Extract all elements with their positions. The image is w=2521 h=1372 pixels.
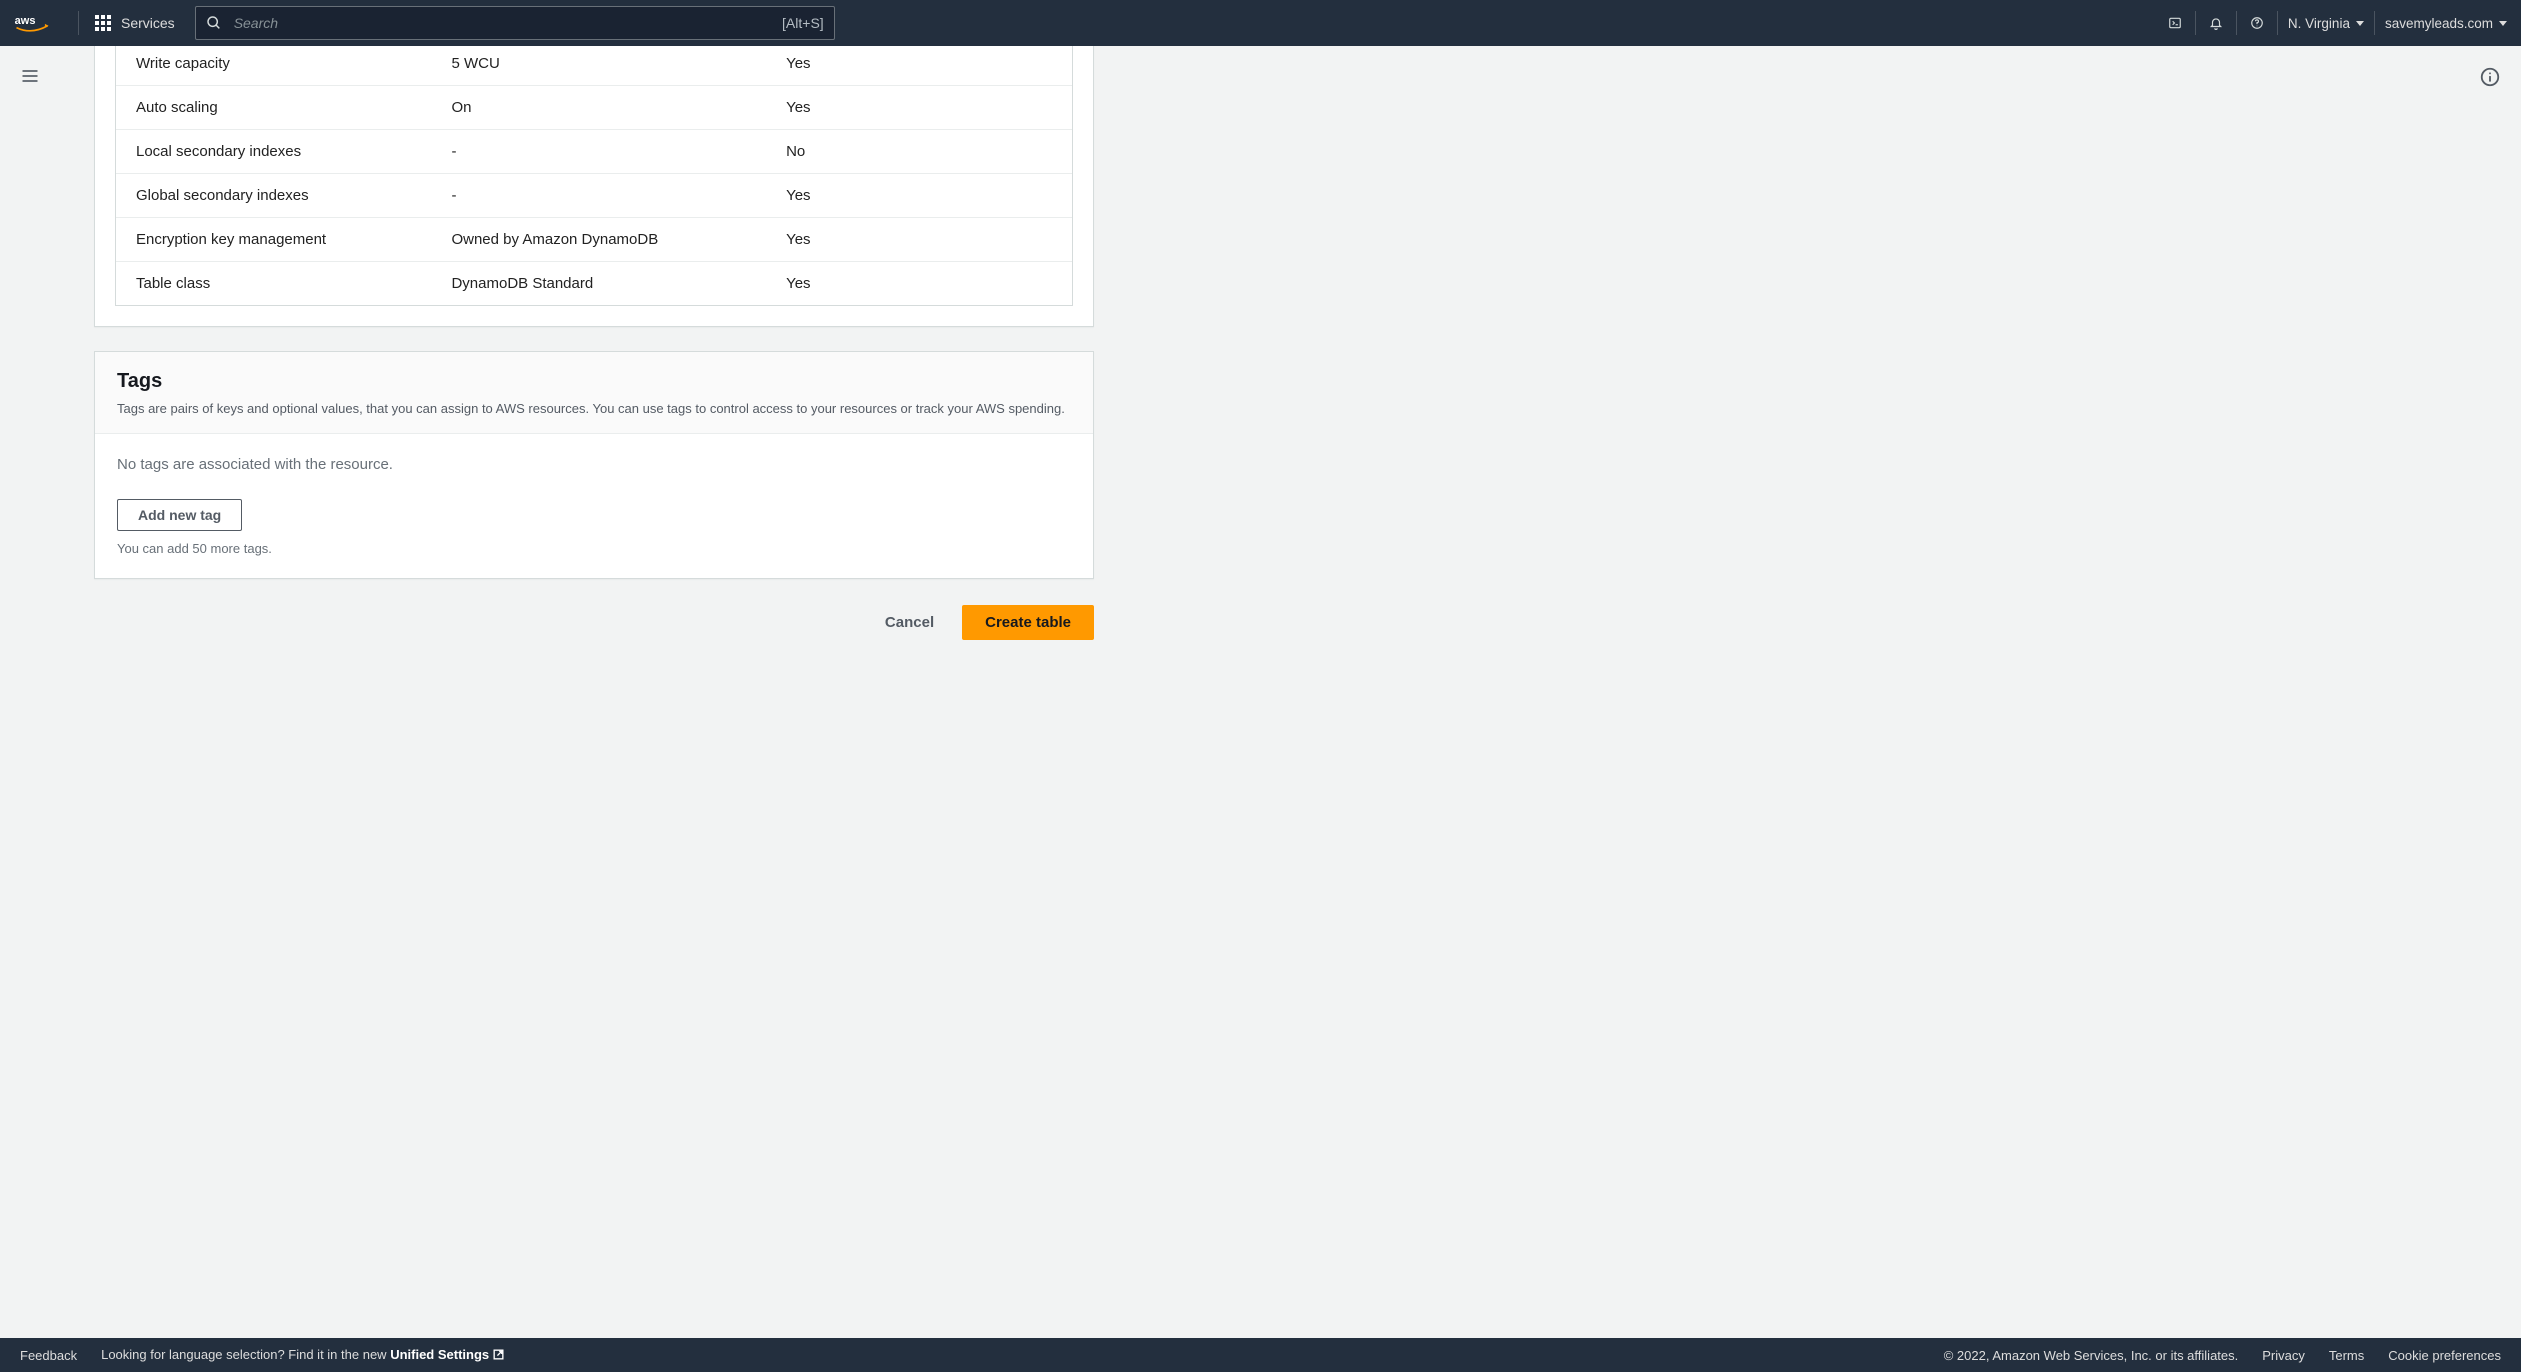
- setting-editable: Yes: [766, 262, 1072, 306]
- setting-value: On: [431, 86, 766, 130]
- table-row: Global secondary indexes-Yes: [116, 174, 1072, 218]
- setting-editable: No: [766, 130, 1072, 174]
- tags-limit-hint: You can add 50 more tags.: [117, 541, 1071, 556]
- feedback-link[interactable]: Feedback: [20, 1348, 77, 1363]
- cloudshell-icon[interactable]: [2165, 13, 2185, 33]
- language-prompt: Looking for language selection? Find it …: [101, 1347, 505, 1364]
- settings-table: Read capacity5 RCUYesWrite capacity5 WCU…: [116, 46, 1072, 305]
- setting-editable: Yes: [766, 86, 1072, 130]
- global-nav: aws Services [Alt+S] N. Virginia: [0, 0, 2521, 46]
- search-input[interactable]: [234, 15, 770, 31]
- setting-value: -: [431, 130, 766, 174]
- setting-name: Global secondary indexes: [116, 174, 431, 218]
- external-link-icon: [492, 1348, 505, 1364]
- svg-text:aws: aws: [15, 15, 36, 27]
- tags-panel: Tags Tags are pairs of keys and optional…: [94, 351, 1094, 579]
- tags-title: Tags: [117, 370, 1071, 393]
- setting-name: Table class: [116, 262, 431, 306]
- setting-name: Local secondary indexes: [116, 130, 431, 174]
- tags-empty-message: No tags are associated with the resource…: [117, 456, 1071, 473]
- region-selector[interactable]: N. Virginia: [2288, 16, 2364, 31]
- global-footer: Feedback Looking for language selection?…: [0, 1338, 2521, 1372]
- table-row: Encryption key managementOwned by Amazon…: [116, 218, 1072, 262]
- table-row: Auto scalingOnYes: [116, 86, 1072, 130]
- privacy-link[interactable]: Privacy: [2262, 1348, 2305, 1363]
- nav-divider: [2195, 11, 2196, 35]
- setting-name: Write capacity: [116, 46, 431, 86]
- search-shortcut-hint: [Alt+S]: [782, 15, 824, 31]
- setting-name: Encryption key management: [116, 218, 431, 262]
- services-label: Services: [121, 15, 175, 31]
- copyright-text: © 2022, Amazon Web Services, Inc. or its…: [1944, 1348, 2239, 1363]
- setting-value: -: [431, 174, 766, 218]
- nav-divider: [2236, 11, 2237, 35]
- notifications-icon[interactable]: [2206, 13, 2226, 33]
- nav-divider: [2277, 11, 2278, 35]
- setting-name: Auto scaling: [116, 86, 431, 130]
- grid-icon: [95, 15, 111, 31]
- account-menu[interactable]: savemyleads.com: [2385, 16, 2507, 31]
- table-row: Table classDynamoDB StandardYes: [116, 262, 1072, 306]
- help-icon[interactable]: [2247, 13, 2267, 33]
- search-icon: [206, 15, 222, 31]
- table-row: Write capacity5 WCUYes: [116, 46, 1072, 86]
- chevron-down-icon: [2499, 21, 2507, 26]
- setting-editable: Yes: [766, 174, 1072, 218]
- nav-divider: [78, 11, 79, 35]
- add-new-tag-button[interactable]: Add new tag: [117, 499, 242, 531]
- unified-settings-link[interactable]: Unified Settings: [390, 1347, 505, 1362]
- region-label: N. Virginia: [2288, 16, 2350, 31]
- setting-value: 5 WCU: [431, 46, 766, 86]
- table-settings-panel: Read capacity5 RCUYesWrite capacity5 WCU…: [94, 46, 1094, 327]
- table-row: Local secondary indexes-No: [116, 130, 1072, 174]
- setting-editable: Yes: [766, 46, 1072, 86]
- setting-editable: Yes: [766, 218, 1072, 262]
- info-panel-toggle[interactable]: [2479, 66, 2501, 91]
- form-actions: Cancel Create table: [94, 605, 1094, 640]
- create-table-button[interactable]: Create table: [962, 605, 1094, 640]
- account-label: savemyleads.com: [2385, 16, 2493, 31]
- chevron-down-icon: [2356, 21, 2364, 26]
- setting-value: Owned by Amazon DynamoDB: [431, 218, 766, 262]
- main-content: Read capacity5 RCUYesWrite capacity5 WCU…: [50, 46, 2471, 1338]
- aws-logo[interactable]: aws: [14, 12, 60, 34]
- cookie-preferences-link[interactable]: Cookie preferences: [2388, 1348, 2501, 1363]
- side-nav-toggle[interactable]: [20, 66, 40, 89]
- cancel-button[interactable]: Cancel: [877, 606, 942, 639]
- tags-panel-header: Tags Tags are pairs of keys and optional…: [95, 352, 1093, 434]
- global-search[interactable]: [Alt+S]: [195, 6, 835, 40]
- tags-description: Tags are pairs of keys and optional valu…: [117, 399, 1071, 419]
- terms-link[interactable]: Terms: [2329, 1348, 2364, 1363]
- services-menu-button[interactable]: Services: [89, 11, 181, 35]
- setting-value: DynamoDB Standard: [431, 262, 766, 306]
- nav-divider: [2374, 11, 2375, 35]
